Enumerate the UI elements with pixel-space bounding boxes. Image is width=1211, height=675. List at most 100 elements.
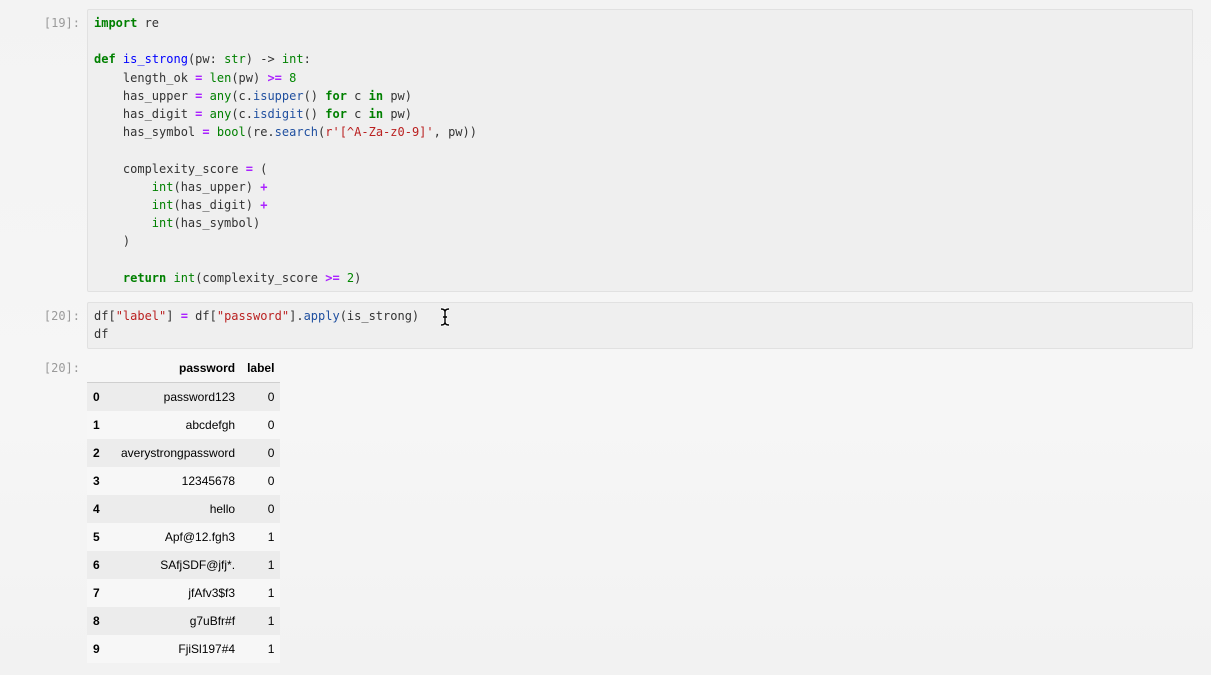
code-token: (has_upper) — [173, 179, 261, 194]
code-token: def — [94, 52, 116, 67]
table-row: 9 FjiSl197#4 1 — [87, 635, 281, 663]
code-token: 8 — [289, 70, 297, 85]
code-token: df — [94, 327, 109, 342]
password-cell: Apf@12.fgh3 — [164, 530, 236, 544]
code-line: return int(complexity_score >= 2) — [94, 269, 477, 287]
notebook: [19]: import re​def is_strong(pw: str) -… — [0, 0, 1211, 675]
row-index: 5 — [93, 530, 100, 544]
label-cell: 0 — [267, 446, 275, 460]
code-cell-20[interactable]: df["label"] = df["password"].apply(is_st… — [87, 302, 1193, 349]
label-cell: 0 — [267, 502, 275, 516]
row-index: 8 — [93, 614, 100, 628]
code-token: str — [224, 52, 246, 67]
code-token: "label" — [115, 309, 167, 323]
password-cell: jfAfv3$f3 — [188, 586, 236, 600]
code-token: any — [209, 106, 232, 121]
code-token: import — [94, 16, 138, 30]
cell-prompt: [20]: — [43, 309, 80, 323]
password-cell: hello — [209, 502, 236, 516]
code-token: (is_strong) — [339, 309, 420, 323]
label-cell: 1 — [267, 558, 275, 572]
code-editor[interactable]: import re​def is_strong(pw: str) -> int:… — [94, 14, 477, 287]
code-token: = — [180, 309, 188, 323]
code-token: ( — [252, 161, 268, 176]
index-header — [87, 354, 115, 383]
code-token: = — [245, 161, 253, 176]
code-line: has_symbol = bool(re.search(r'[^A-Za-z0-… — [94, 123, 477, 141]
code-token: + — [260, 179, 268, 194]
code-token: (c. — [231, 88, 253, 103]
code-cell-19[interactable]: import re​def is_strong(pw: str) -> int:… — [87, 9, 1193, 292]
password-cell: 12345678 — [181, 474, 236, 488]
code-token: int — [151, 216, 174, 231]
column-header-password: password — [115, 354, 242, 383]
code-token: (re. — [245, 125, 275, 140]
code-token: df[ — [94, 309, 116, 323]
row-index: 2 — [93, 446, 100, 460]
code-token: int — [173, 270, 196, 285]
code-token: isupper — [253, 88, 304, 103]
code-line: ​ — [94, 250, 477, 268]
table-row: 8 g7uBfr#f 1 — [87, 607, 281, 635]
code-token: df[ — [187, 309, 217, 323]
code-token: ) -> — [245, 52, 282, 67]
table-row: 7 jfAfv3$f3 1 — [87, 579, 281, 607]
code-token: () — [303, 88, 326, 103]
code-line: int(has_digit) + — [94, 196, 477, 214]
table-row: 2 averystrongpassword 0 — [87, 439, 281, 467]
code-line: has_digit = any(c.isdigit() for c in pw) — [94, 105, 477, 123]
code-token: r'[^A-Za-z0-9]' — [325, 125, 434, 140]
password-cell: SAfjSDF@jfj*. — [160, 558, 236, 572]
code-token: : — [303, 52, 311, 67]
output-prompt: [20]: — [43, 361, 80, 375]
code-line: int(has_upper) + — [94, 178, 477, 196]
code-line: import re — [94, 14, 477, 32]
row-index: 3 — [93, 474, 100, 488]
code-token: (complexity_score — [195, 270, 326, 285]
code-token: (has_symbol) — [173, 216, 261, 231]
code-token: int — [151, 197, 174, 212]
table-row: 3 12345678 0 — [87, 467, 281, 495]
code-token: complexity_score — [94, 161, 246, 176]
row-index: 6 — [93, 558, 100, 572]
code-line: df — [94, 325, 419, 343]
code-token: ]. — [289, 309, 304, 323]
row-index: 0 — [93, 390, 100, 404]
code-line: ​ — [94, 32, 477, 50]
password-cell: g7uBfr#f — [189, 614, 236, 628]
code-token: has_digit — [94, 106, 196, 121]
code-line: int(has_symbol) — [94, 214, 477, 232]
code-token: len — [209, 70, 232, 85]
code-editor[interactable]: df["label"] = df["password"].apply(is_st… — [94, 307, 419, 343]
code-token: + — [260, 197, 268, 212]
password-cell: password123 — [163, 390, 236, 404]
label-cell: 1 — [267, 530, 275, 544]
label-cell: 0 — [267, 474, 275, 488]
code-line: ​ — [94, 141, 477, 159]
cell-prompt: [19]: — [43, 16, 80, 30]
label-cell: 0 — [267, 418, 275, 432]
table-row: 5 Apf@12.fgh3 1 — [87, 523, 281, 551]
code-token: in — [368, 106, 384, 121]
code-token: ] — [166, 309, 181, 323]
code-token: >= — [267, 70, 282, 85]
code-token: () — [303, 106, 326, 121]
code-token: bool — [216, 125, 246, 140]
label-cell: 0 — [267, 390, 275, 404]
code-token: any — [209, 88, 232, 103]
code-token: for — [325, 88, 347, 103]
code-token: int — [151, 179, 174, 194]
code-line: def is_strong(pw: str) -> int: — [94, 50, 477, 68]
code-token: re — [137, 16, 160, 30]
dataframe-table: password label 0 password123 0 1 abcdefgh 0 2 a… — [87, 354, 281, 663]
code-token: return — [122, 270, 167, 285]
code-token: ) — [354, 270, 362, 285]
label-cell: 1 — [267, 614, 275, 628]
code-line: has_upper = any(c.isupper() for c in pw) — [94, 87, 477, 105]
